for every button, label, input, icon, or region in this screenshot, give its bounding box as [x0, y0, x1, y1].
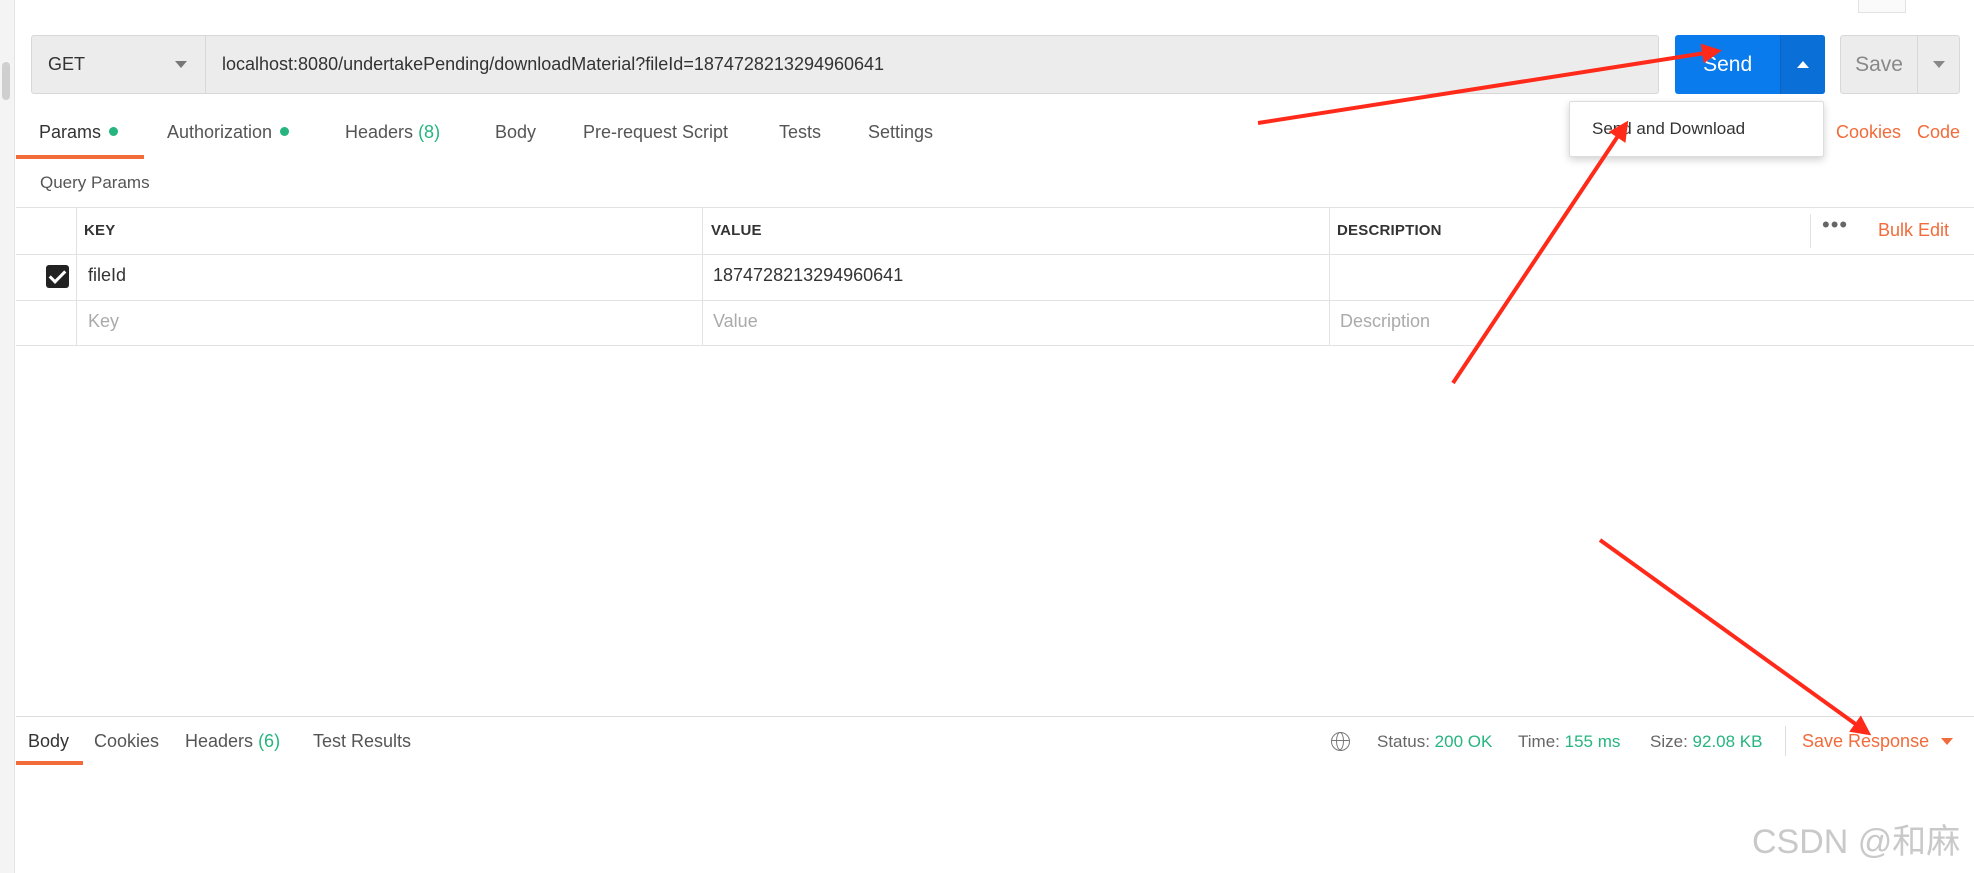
response-tab-headers-label: Headers: [185, 731, 254, 751]
size-value: 92.08 KB: [1692, 732, 1763, 751]
size-readout: Size: 92.08 KB: [1650, 732, 1762, 752]
column-header-description: DESCRIPTION: [1337, 222, 1442, 239]
new-key-input[interactable]: Key: [88, 311, 119, 332]
tab-body[interactable]: Body: [495, 122, 536, 143]
response-tab-test-results[interactable]: Test Results: [313, 731, 411, 752]
tab-settings[interactable]: Settings: [868, 122, 933, 143]
column-header-value: VALUE: [711, 222, 762, 239]
cookies-link[interactable]: Cookies: [1836, 122, 1901, 143]
chevron-down-icon: [1933, 61, 1945, 68]
tab-params-label: Params: [39, 122, 102, 142]
save-response-button[interactable]: Save Response: [1802, 731, 1954, 752]
status-value: 200 OK: [1434, 732, 1493, 751]
send-label: Send: [1703, 52, 1753, 76]
scrollbar-thumb[interactable]: [2, 62, 10, 100]
save-options-toggle[interactable]: [1917, 36, 1959, 93]
send-and-download-menu-item[interactable]: Send and Download: [1569, 101, 1824, 157]
send-options-toggle[interactable]: [1780, 35, 1825, 94]
status-dot-icon: [109, 127, 119, 136]
new-description-input[interactable]: Description: [1340, 311, 1430, 332]
response-divider: [16, 716, 1974, 717]
left-scroll-strip: [0, 0, 15, 873]
query-params-title: Query Params: [40, 173, 150, 192]
method-select[interactable]: GET: [32, 36, 206, 93]
save-response-label: Save Response: [1802, 731, 1930, 751]
send-button[interactable]: Send: [1675, 35, 1825, 94]
tab-authorization-label: Authorization: [167, 122, 273, 142]
request-url-bar: GET localhost:8080/undertakePending/down…: [31, 35, 1659, 94]
active-tab-indicator: [16, 155, 144, 159]
save-label: Save: [1855, 52, 1903, 76]
status-readout: Status: 200 OK: [1377, 732, 1492, 752]
method-label: GET: [48, 54, 86, 74]
table-column-divider: [1810, 214, 1811, 248]
save-button[interactable]: Save: [1840, 35, 1960, 94]
param-key-cell[interactable]: fileId: [88, 265, 126, 286]
time-label: Time:: [1518, 732, 1560, 751]
code-link[interactable]: Code: [1917, 122, 1960, 143]
table-column-divider: [76, 207, 77, 345]
table-border-header: [16, 254, 1974, 255]
response-headers-count: (6): [258, 731, 281, 751]
response-tab-headers[interactable]: Headers (6): [185, 731, 280, 752]
size-label: Size:: [1650, 732, 1688, 751]
status-dot-icon: [280, 127, 290, 136]
more-options-icon[interactable]: •••: [1822, 212, 1848, 238]
arrow-to-save-response-icon: [1598, 538, 1872, 736]
tab-headers-label: Headers: [345, 122, 414, 142]
param-enabled-checkbox[interactable]: [46, 265, 69, 288]
time-value: 155 ms: [1564, 732, 1621, 751]
globe-icon[interactable]: [1331, 732, 1350, 751]
response-separator: [1785, 726, 1786, 756]
response-tab-cookies[interactable]: Cookies: [94, 731, 159, 752]
active-response-tab-indicator: [16, 761, 83, 765]
headers-count: (8): [418, 122, 441, 142]
table-border-top: [16, 207, 1974, 208]
tab-authorization[interactable]: Authorization: [167, 122, 290, 143]
url-input[interactable]: localhost:8080/undertakePending/download…: [206, 54, 884, 75]
tab-params[interactable]: Params: [39, 122, 119, 143]
response-tab-body[interactable]: Body: [28, 731, 69, 752]
table-border-bottom: [16, 345, 1974, 346]
table-border-row: [16, 300, 1974, 301]
param-value-cell[interactable]: 1874728213294960641: [713, 265, 903, 286]
tab-pre-request-script[interactable]: Pre-request Script: [583, 122, 728, 143]
window-corner-control[interactable]: [1858, 0, 1906, 13]
table-column-divider: [1329, 207, 1330, 345]
new-value-input[interactable]: Value: [713, 311, 758, 332]
tab-tests[interactable]: Tests: [779, 122, 821, 143]
tab-headers[interactable]: Headers (8): [345, 122, 440, 143]
chevron-down-icon: [175, 61, 187, 68]
column-header-key: KEY: [84, 222, 116, 239]
time-readout: Time: 155 ms: [1518, 732, 1620, 752]
watermark: CSDN @和麻: [1752, 823, 1961, 861]
chevron-down-icon: [1941, 738, 1954, 745]
chevron-up-icon: [1797, 61, 1810, 68]
status-label: Status:: [1377, 732, 1430, 751]
bulk-edit-button[interactable]: Bulk Edit: [1878, 220, 1949, 241]
table-column-divider: [702, 207, 703, 345]
